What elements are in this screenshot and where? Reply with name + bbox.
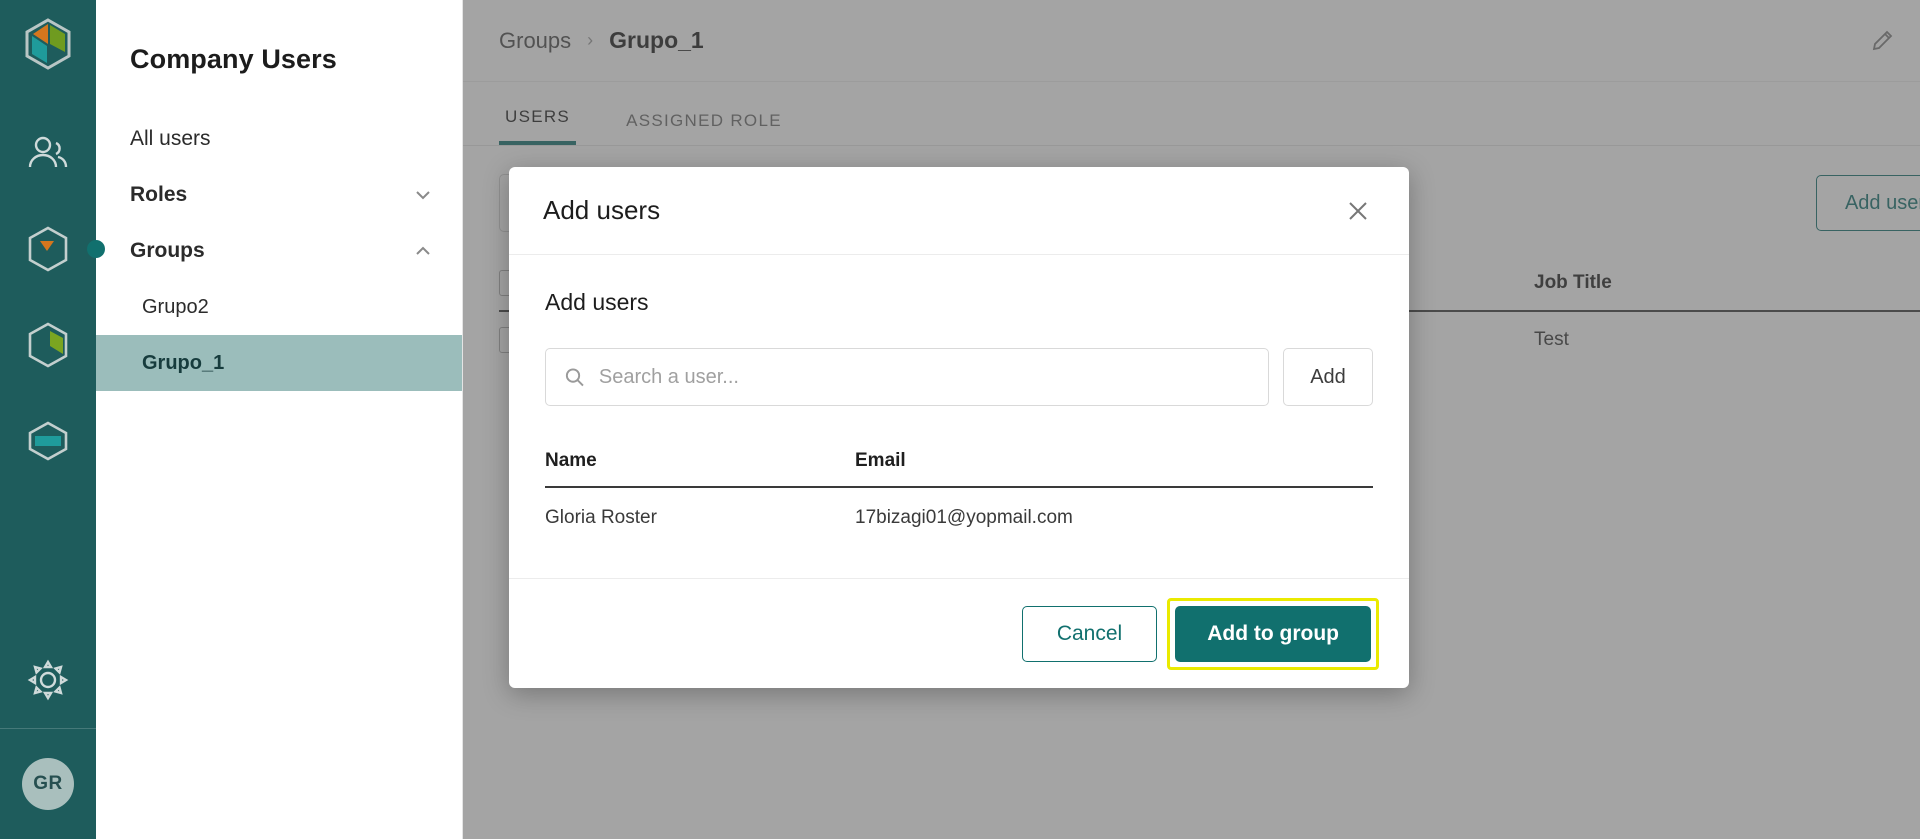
nav-item-roles[interactable]: Roles: [96, 167, 462, 223]
rail-item-automation[interactable]: [0, 393, 96, 489]
nav-panel-title: Company Users: [130, 44, 337, 74]
cell-email: 17bizagi01@yopmail.com: [855, 507, 1073, 528]
icon-rail: GR: [0, 0, 105, 839]
cell-name: Gloria Roster: [545, 507, 657, 528]
section-label: Add users: [545, 289, 649, 315]
modal-title: Add users: [543, 195, 661, 225]
column-email: Email: [855, 450, 906, 471]
nav-item-all-users[interactable]: All users: [96, 111, 462, 167]
add-users-modal: Add users Add users Add Na: [509, 167, 1409, 688]
cancel-button[interactable]: Cancel: [1021, 605, 1158, 662]
column-name: Name: [545, 450, 597, 471]
nav-subitem-grupo-1[interactable]: Grupo_1: [96, 335, 462, 391]
nav-item-groups[interactable]: Groups: [96, 223, 462, 279]
nav-subitem-grupo2[interactable]: Grupo2: [96, 279, 462, 335]
nav-panel: Company Users All users Roles Groups Gru…: [96, 0, 462, 839]
chevron-down-icon: [416, 191, 430, 200]
nav-item-label: Groups: [130, 239, 205, 262]
rail-active-indicator: [87, 240, 105, 258]
nav-item-label: Roles: [130, 183, 188, 206]
search-box[interactable]: [545, 348, 1269, 406]
gear-icon[interactable]: [0, 632, 96, 728]
rail-item-users[interactable]: [0, 201, 105, 297]
user-search-row: Add: [545, 348, 1373, 406]
rail-item-people[interactable]: [0, 105, 96, 201]
search-input[interactable]: [598, 365, 1250, 389]
search-icon: [565, 368, 584, 387]
nav-subitem-label: Grupo_1: [142, 351, 225, 374]
modal-header: Add users: [509, 167, 1409, 255]
nav-subitem-label: Grupo2: [142, 295, 209, 318]
modal-footer: Cancel Add to group: [509, 578, 1409, 688]
app-root: GR Company Users All users Roles Groups …: [0, 0, 1920, 839]
table-row[interactable]: Gloria Roster 17bizagi01@yopmail.com: [545, 488, 1373, 548]
modal-table: Name Email Gloria Roster 17bizagi01@yopm…: [545, 436, 1373, 548]
avatar-area: GR: [22, 729, 74, 839]
chevron-up-icon: [416, 246, 430, 255]
modal-body: Add users Add Name Email Gloria Roster: [509, 255, 1409, 578]
add-to-group-button[interactable]: Add to group: [1175, 605, 1371, 662]
submit-focus-ring: Add to group: [1167, 597, 1379, 670]
rail-item-modeler[interactable]: [0, 297, 96, 393]
avatar[interactable]: GR: [22, 758, 74, 810]
nav-item-label: All users: [130, 127, 211, 150]
modal-table-header: Name Email: [545, 436, 1373, 488]
add-button[interactable]: Add: [1283, 348, 1373, 406]
cube-logo-icon[interactable]: [24, 18, 72, 75]
close-icon[interactable]: [1341, 194, 1375, 228]
